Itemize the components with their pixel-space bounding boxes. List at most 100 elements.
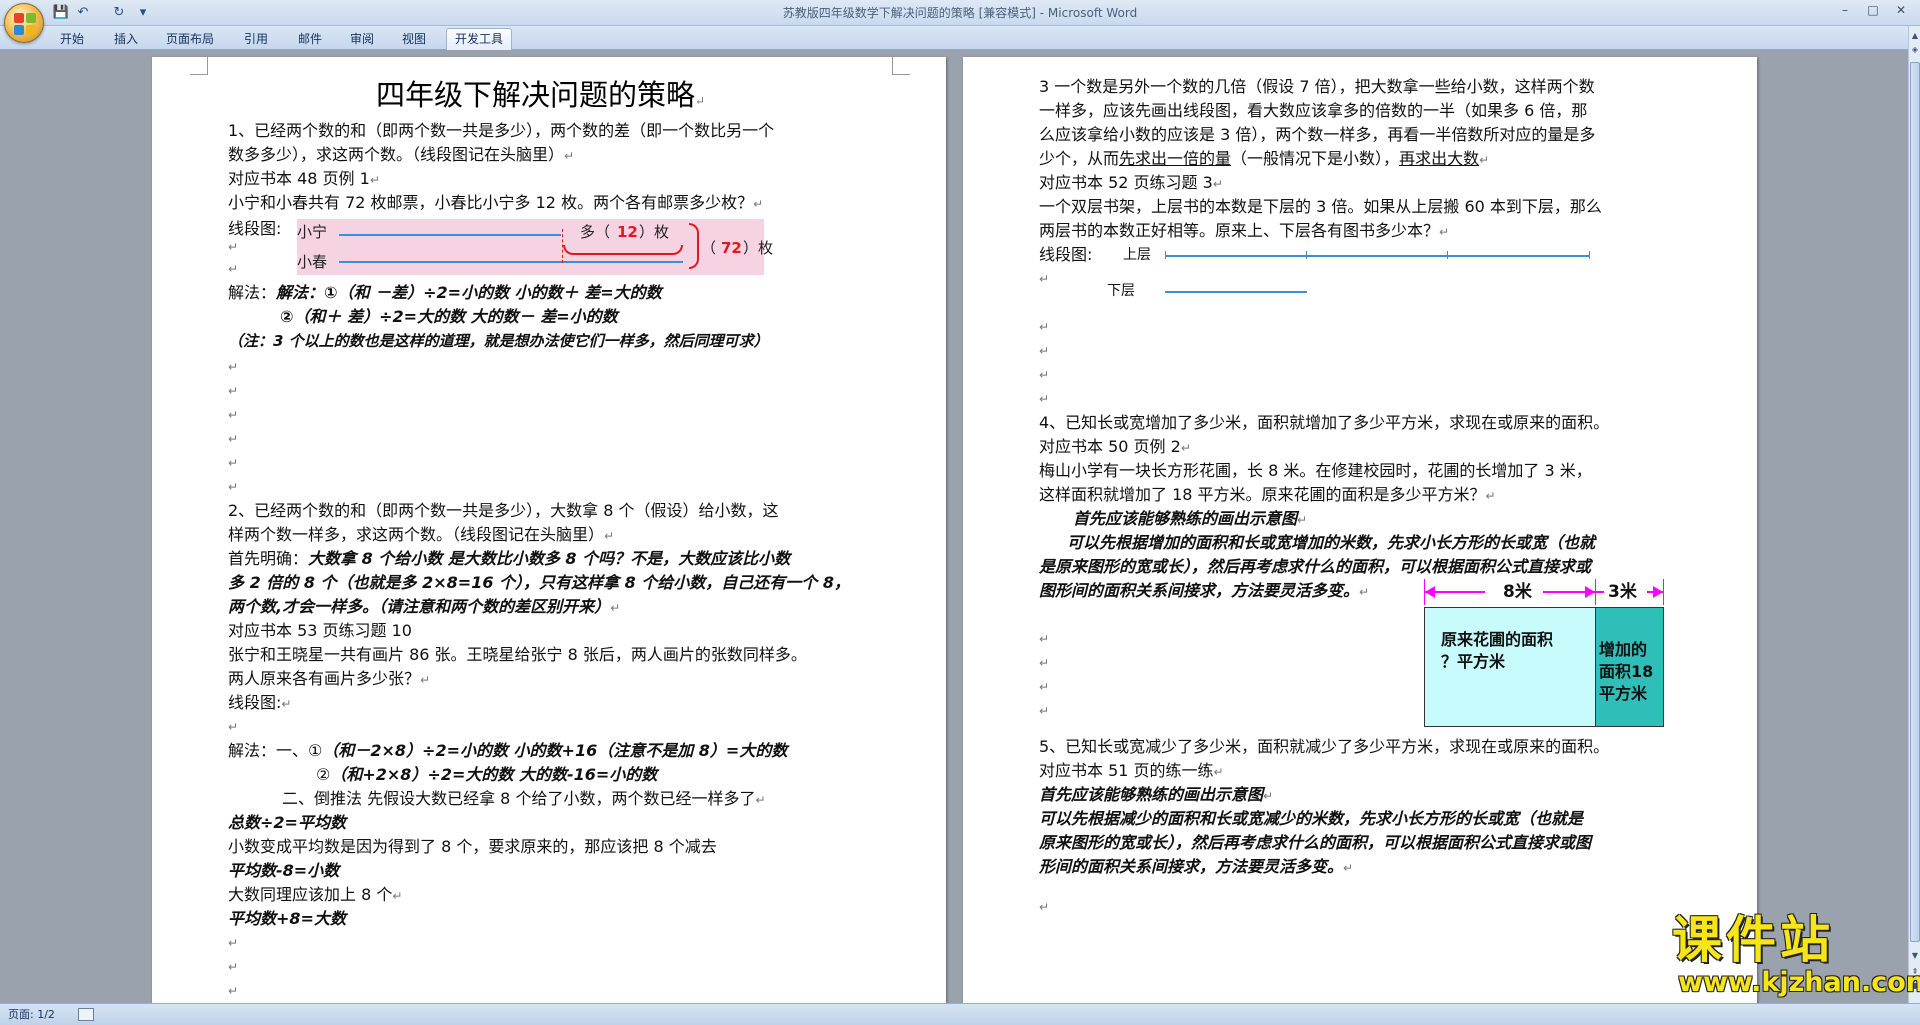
diff-brace [563,245,683,255]
paragraph-mark: ↵ [228,960,239,974]
p1-solution2-8: 平均数+8=大数 [228,909,346,928]
scrollbar-thumb[interactable] [1910,62,1920,942]
p1-line-s2-2: 样两个数一样多，求这两个数。（线段图记在头脑里）↵ [228,525,615,544]
window-title: 苏教版四年级数学下解决问题的策略 [兼容模式] - Microsoft Word [782,6,1138,20]
tick-mark [1306,251,1307,259]
p1-solution2-1: 解法：一、①（和－2×8）÷2=小的数 小的数+16（注意不是加 8）=大的数 [228,741,788,760]
document-workspace[interactable]: 四年级下解决问题的策略↵ 1、已经两个数的和（即两个数一共是多少），两个数的差（… [0,51,1908,1003]
close-button[interactable]: ✕ [1886,0,1916,20]
tab-mailings[interactable]: 邮件 [290,29,330,49]
tick-mark [1589,251,1590,259]
p2-line-5: 对应书本 52 页练习题 3↵ [1039,173,1223,192]
p1-line-s2-9: 线段图:↵ [228,693,292,712]
paragraph-mark: ↵ [1039,704,1050,718]
p2-line-s4-8: 图形间的面积关系间接求，方法要灵活多变。↵ [1039,581,1370,600]
length-arrow-3m-left [1596,591,1604,593]
kjzhan-watermark: 课件站 www.kjzhan.com [1658,912,1920,1002]
scroll-up-icon[interactable]: ▲ [1910,30,1920,42]
total-value: 72 [721,239,742,257]
p1-line-5: 线段图: [228,219,282,238]
minimize-button[interactable]: – [1830,0,1860,20]
paragraph-mark: ↵ [1039,272,1050,286]
margin-corner-mark [190,57,208,75]
ribbon-tabs: 开始 插入 页面布局 引用 邮件 审阅 视图 开发工具 [0,26,1920,50]
p1-line-3: 对应书本 48 页例 1↵ [228,169,380,188]
total-open: （ [701,239,717,257]
arrow-left-icon [1425,586,1435,598]
arrow-right-icon [1585,586,1595,598]
maximize-button[interactable]: □ [1858,0,1888,20]
paragraph-mark: ↵ [228,456,239,470]
ruler-toggle-icon[interactable]: ◈ [1910,44,1920,56]
paragraph-mark: ↵ [228,360,239,374]
xiaoning-segment [339,234,561,236]
tab-insert[interactable]: 插入 [106,29,146,49]
length-8m-label: 8米 [1503,582,1532,602]
p2-line-s5-1: 5、已知长或宽减少了多少米，面积就减少了多少平方米，求现在或原来的面积。 [1039,737,1610,756]
paragraph-mark: ↵ [228,432,239,446]
paragraph-mark: ↵ [1039,392,1050,406]
p2-line-s4-2: 对应书本 50 页例 2↵ [1039,437,1191,456]
tab-review[interactable]: 审阅 [342,29,382,49]
paragraph-mark: ↵ [228,936,239,950]
office-button[interactable] [4,3,44,43]
paragraph-mark: ↵ [228,240,239,254]
page-count-status[interactable]: 页面: 1/2 [8,1007,55,1023]
watermark-url: www.kjzhan.com [1678,967,1920,998]
upper-shelf-segment [1165,255,1589,257]
length-3m-label: 3米 [1608,582,1637,602]
p2-line-s4-6: 可以先根据增加的面积和长或宽增加的米数，先求小长方形的长或宽（也就 [1067,533,1596,552]
p1-line-s2-4: 多 2 倍的 8 个（也就是多 2×8=16 个），只有这样拿 8 个给小数，自… [228,573,851,592]
arrow-tick [1663,579,1664,605]
p2-line-3: 么应该拿给小数的应该是 3 倍），两个数一样多，再看一半倍数所对应的量是多 [1039,125,1596,144]
tick-mark [1165,251,1166,259]
vertical-scrollbar[interactable]: ▲ ◈ ▼ ⇞ ● [1908,26,1920,1003]
tab-view[interactable]: 视图 [394,29,434,49]
tick-mark [1447,251,1448,259]
status-bar: 页面: 1/2 [0,1003,1920,1025]
p1-line-2: 数多多少），求这两个数。（线段图记在头脑里）↵ [228,145,575,164]
page-1[interactable]: 四年级下解决问题的策略↵ 1、已经两个数的和（即两个数一共是多少），两个数的差（… [152,57,946,1003]
p1-note: （注：3 个以上的数也是这样的道理，就是想办法使它们一样多，然后同理可求） [228,332,769,350]
p1-solution-2: ②（和＋ 差）÷2=大的数 大的数－ 差=小的数 [280,307,618,326]
p2-line-s4-7: 是原来图形的宽或长），然后再考虑求什么的面积，可以根据面积公式直接求或 [1039,557,1592,576]
p1-line-s2-6: 对应书本 53 页练习题 10 [228,621,412,640]
unit-label: ）枚 [639,223,670,241]
added-area-label-2: 面积18 [1599,662,1654,681]
paragraph-mark: ↵ [228,480,239,494]
paragraph-mark: ↵ [228,408,239,422]
tab-references[interactable]: 引用 [236,29,276,49]
paragraph-mark: ↵ [228,384,239,398]
p2-line-s5-3: 首先应该能够熟练的画出示意图↵ [1039,785,1274,804]
added-area-label-1: 增加的 [1599,640,1648,659]
lower-shelf-segment [1165,291,1307,293]
scroll-down-icon[interactable]: ▼ [1910,950,1920,962]
paragraph-mark: ↵ [228,720,239,734]
p1-line-s2-1: 2、已经两个数的和（即两个数一共是多少），大数拿 8 个（假设）给小数，这 [228,501,779,520]
p1-solution-1: 解法：解法：①（和 －差）÷2=小的数 小的数＋ 差=大的数 [228,283,662,302]
p2-line-4: 少个，从而先求出一倍的量（一般情况下是小数），再求出大数↵ [1039,149,1490,168]
paragraph-mark: ↵ [1039,320,1050,334]
paragraph-mark: ↵ [1039,680,1050,694]
proofing-status-icon[interactable] [78,1008,94,1021]
lower-shelf-label: 下层 [1107,283,1135,299]
p1-line-s2-7: 张宁和王晓星一共有画片 86 张。王晓星给张宁 8 张后，两人画片的张数同样多。 [228,645,807,664]
tab-developer[interactable]: 开发工具 [446,28,513,50]
p2-line-s5-4: 可以先根据减少的面积和长或宽减少的米数，先求小长方形的长或宽（也就是 [1039,809,1584,828]
paragraph-mark: ↵ [1039,900,1050,914]
p2-line-s5-5: 原来图形的宽或长），然后再考虑求什么的面积，可以根据面积公式直接求或图 [1039,833,1592,852]
tab-page-layout[interactable]: 页面布局 [158,29,222,49]
title-bar: 💾 ↶ ↻ ▾ 苏教版四年级数学下解决问题的策略 [兼容模式] - Micros… [0,0,1920,43]
line-segment-diagram: 小宁 小春 多（ 12 ）枚 （ 72 ）枚 [297,219,773,275]
p2-line-s4-5: 首先应该能够熟练的画出示意图↵ [1073,509,1308,528]
p2-line-1: 3 一个数是另外一个数的几倍（假设 7 倍），把大数拿一些给小数，这样两个数 [1039,77,1595,96]
paragraph-mark: ↵ [228,984,239,998]
added-area-rect: 增加的 面积18 平方米 [1595,607,1664,727]
page-2[interactable]: 3 一个数是另外一个数的几倍（假设 7 倍），把大数拿一些给小数，这样两个数 一… [963,57,1757,1003]
tab-home[interactable]: 开始 [52,29,92,49]
original-area-rect: 原来花圃的面积 ？平方米 [1424,607,1596,727]
p1-solution2-5: 小数变成平均数是因为得到了 8 个，要求原来的，那应该把 8 个减去 [228,837,717,856]
p2-line-7: 两层书的本数正好相等。原来上、下层各有图书多少本？↵ [1039,221,1450,240]
p1-line-1: 1、已经两个数的和（即两个数一共是多少），两个数的差（即一个数比另一个 [228,121,775,140]
arrow-right-icon [1653,586,1663,598]
